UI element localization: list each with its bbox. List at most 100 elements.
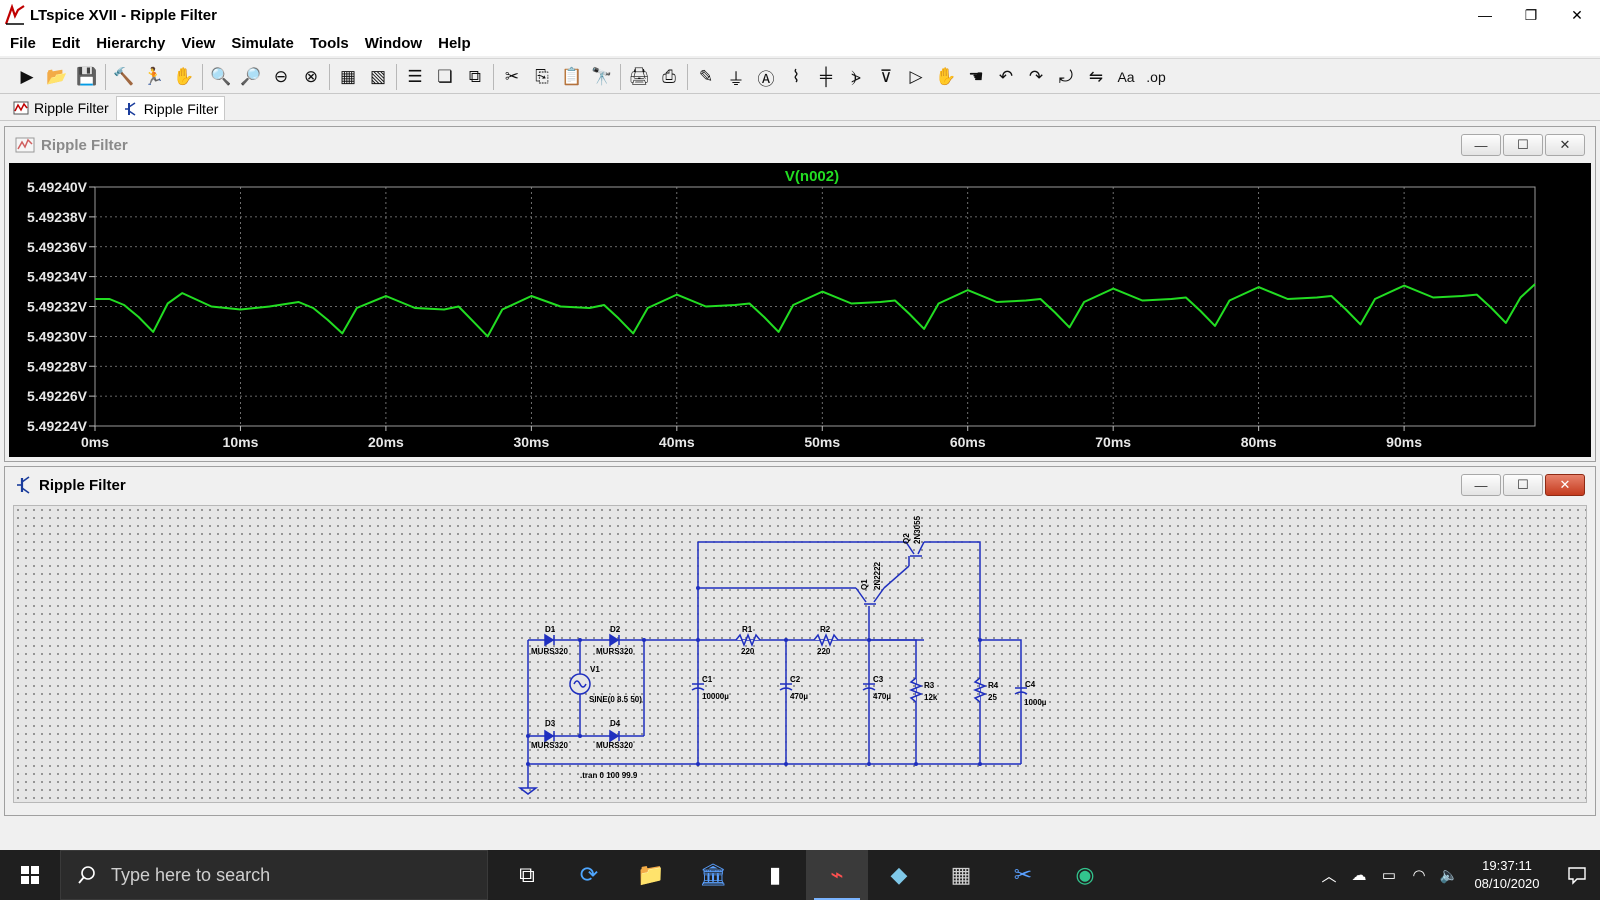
- print-setup-icon[interactable]: ⎙: [654, 63, 684, 91]
- text-icon[interactable]: Aa: [1111, 63, 1141, 91]
- wire-icon[interactable]: ✎: [691, 63, 721, 91]
- resistor-r1[interactable]: [735, 632, 761, 648]
- resistor-r3[interactable]: [908, 677, 924, 703]
- taskbar-clock[interactable]: 19:37:11 08/10/2020: [1470, 857, 1544, 893]
- close-button[interactable]: ✕: [1554, 0, 1600, 30]
- capacitor-icon[interactable]: ╪: [811, 63, 841, 91]
- component-icon[interactable]: ▷: [901, 63, 931, 91]
- resistor-r2[interactable]: [813, 632, 839, 648]
- diode-d3[interactable]: [544, 729, 555, 743]
- y-tick-label: 5.49234V: [27, 269, 88, 285]
- find-icon[interactable]: 🔭: [587, 63, 617, 91]
- toolbar-separator: [493, 64, 494, 90]
- print-icon[interactable]: 🖨: [624, 63, 654, 91]
- ltspice-app-taskbar-button[interactable]: ⌁: [806, 850, 868, 900]
- resistor-r4[interactable]: [972, 677, 988, 703]
- spice-directive-icon[interactable]: .op: [1141, 63, 1171, 91]
- waveform-close-button[interactable]: ✕: [1545, 134, 1585, 156]
- zoom-fit-icon[interactable]: ⊗: [296, 63, 326, 91]
- undo-icon[interactable]: ↶: [991, 63, 1021, 91]
- maximize-button[interactable]: ❐: [1508, 0, 1554, 30]
- battery-icon[interactable]: ▭: [1374, 850, 1404, 900]
- schematic-close-button[interactable]: ✕: [1545, 474, 1585, 496]
- label-net-icon[interactable]: Ⓐ: [751, 63, 781, 91]
- menu-view[interactable]: View: [173, 35, 223, 52]
- diode-d1[interactable]: [544, 633, 555, 647]
- rotate-icon[interactable]: ⤾: [1051, 63, 1081, 91]
- open-icon[interactable]: 📂: [42, 63, 72, 91]
- label-q2-model: 2N3055: [913, 515, 922, 544]
- diode-d2[interactable]: [609, 633, 620, 647]
- redo-icon[interactable]: ↷: [1021, 63, 1051, 91]
- tab-waveform[interactable]: Ripple Filter: [6, 96, 116, 120]
- taskbar-search-box[interactable]: Type here to search: [60, 850, 488, 900]
- run-icon[interactable]: 🏃: [139, 63, 169, 91]
- start-button[interactable]: [0, 850, 60, 900]
- move-icon[interactable]: ✋: [931, 63, 961, 91]
- autorange-icon[interactable]: ▦: [333, 63, 363, 91]
- waveform-tab-icon: [13, 101, 29, 115]
- calculator-icon: ▦: [950, 862, 972, 887]
- menu-file[interactable]: File: [2, 35, 44, 52]
- copy-icon[interactable]: ⎘: [527, 63, 557, 91]
- voltage-source-v1[interactable]: [569, 673, 591, 695]
- mirror-icon[interactable]: ⇋: [1081, 63, 1111, 91]
- halt-icon[interactable]: ✋: [169, 63, 199, 91]
- menu-simulate[interactable]: Simulate: [223, 35, 302, 52]
- ground-icon[interactable]: ⏚: [721, 63, 751, 91]
- menu-edit[interactable]: Edit: [44, 35, 88, 52]
- tile-horizontal-icon[interactable]: ☰: [400, 63, 430, 91]
- drag-icon[interactable]: ☚: [961, 63, 991, 91]
- zoom-in-icon[interactable]: 🔍: [206, 63, 236, 91]
- waveform-maximize-button[interactable]: ☐: [1503, 134, 1543, 156]
- menu-tools[interactable]: Tools: [302, 35, 357, 52]
- waveform-plot[interactable]: V(n002) 5.49224V 5.49226V 5.49228V 5.49230V…: [9, 163, 1591, 457]
- zoom-pan-icon[interactable]: 🔎: [236, 63, 266, 91]
- bank-app-taskbar-button[interactable]: 🏛: [682, 850, 744, 900]
- diode-icon[interactable]: ⊽: [871, 63, 901, 91]
- zoom-out-icon[interactable]: ⊖: [266, 63, 296, 91]
- sync-app-taskbar-button[interactable]: ⟳: [558, 850, 620, 900]
- schematic-window-titlebar[interactable]: Ripple Filter — ☐ ✕: [5, 467, 1595, 503]
- schematic-minimize-button[interactable]: —: [1461, 474, 1501, 496]
- minimize-button[interactable]: —: [1462, 0, 1508, 30]
- label-d3-model: MURS320: [531, 741, 568, 750]
- edge-browser-taskbar-button[interactable]: ◉: [1054, 850, 1116, 900]
- schematic-maximize-button[interactable]: ☐: [1503, 474, 1543, 496]
- save-icon[interactable]: 💾: [72, 63, 102, 91]
- wifi-icon[interactable]: ◠: [1404, 850, 1434, 900]
- inductor-icon[interactable]: ⦔: [841, 63, 871, 91]
- schematic-canvas[interactable]: D1 MURS320 D2 MURS320 D3 MURS320 D4 MURS…: [13, 505, 1587, 803]
- task-view-taskbar-button[interactable]: ⧉: [496, 850, 558, 900]
- show-hidden-icon[interactable]: ︿: [1314, 850, 1344, 900]
- cut-icon[interactable]: ✂: [497, 63, 527, 91]
- menu-help[interactable]: Help: [430, 35, 479, 52]
- notes-app-taskbar-button[interactable]: ◆: [868, 850, 930, 900]
- spice-directive-tran[interactable]: .tran 0 100 99.9: [580, 771, 638, 780]
- paste-icon[interactable]: 📋: [557, 63, 587, 91]
- onedrive-icon[interactable]: ☁: [1344, 850, 1374, 900]
- control-panel-icon[interactable]: 🔨: [109, 63, 139, 91]
- tab-schematic[interactable]: Ripple Filter: [115, 96, 226, 120]
- tile-vertical-icon[interactable]: ⧉: [460, 63, 490, 91]
- x-tick-label: 80ms: [1241, 434, 1277, 450]
- volume-icon[interactable]: 🔈: [1434, 850, 1464, 900]
- snipping-tool-taskbar-button[interactable]: ✂: [992, 850, 1054, 900]
- calculator-taskbar-button[interactable]: ▦: [930, 850, 992, 900]
- menu-window[interactable]: Window: [357, 35, 430, 52]
- cascade-icon[interactable]: ❏: [430, 63, 460, 91]
- series-line-v-n002[interactable]: [95, 283, 1536, 338]
- diode-d4[interactable]: [609, 729, 620, 743]
- notepad-taskbar-button[interactable]: ▮: [744, 850, 806, 900]
- waveform-window-titlebar[interactable]: Ripple Filter — ☐ ✕: [5, 127, 1595, 163]
- file-explorer-icon: 📁: [637, 862, 665, 887]
- waveform-minimize-button[interactable]: —: [1461, 134, 1501, 156]
- file-explorer-taskbar-button[interactable]: 📁: [620, 850, 682, 900]
- action-center-button[interactable]: [1554, 850, 1600, 900]
- ground-symbol[interactable]: [517, 787, 539, 795]
- resistor-icon[interactable]: ⌇: [781, 63, 811, 91]
- transistor-q2[interactable]: [905, 541, 925, 566]
- delete-trace-icon[interactable]: ▧: [363, 63, 393, 91]
- new-schematic-icon[interactable]: ▶: [12, 63, 42, 91]
- menu-hierarchy[interactable]: Hierarchy: [88, 35, 173, 52]
